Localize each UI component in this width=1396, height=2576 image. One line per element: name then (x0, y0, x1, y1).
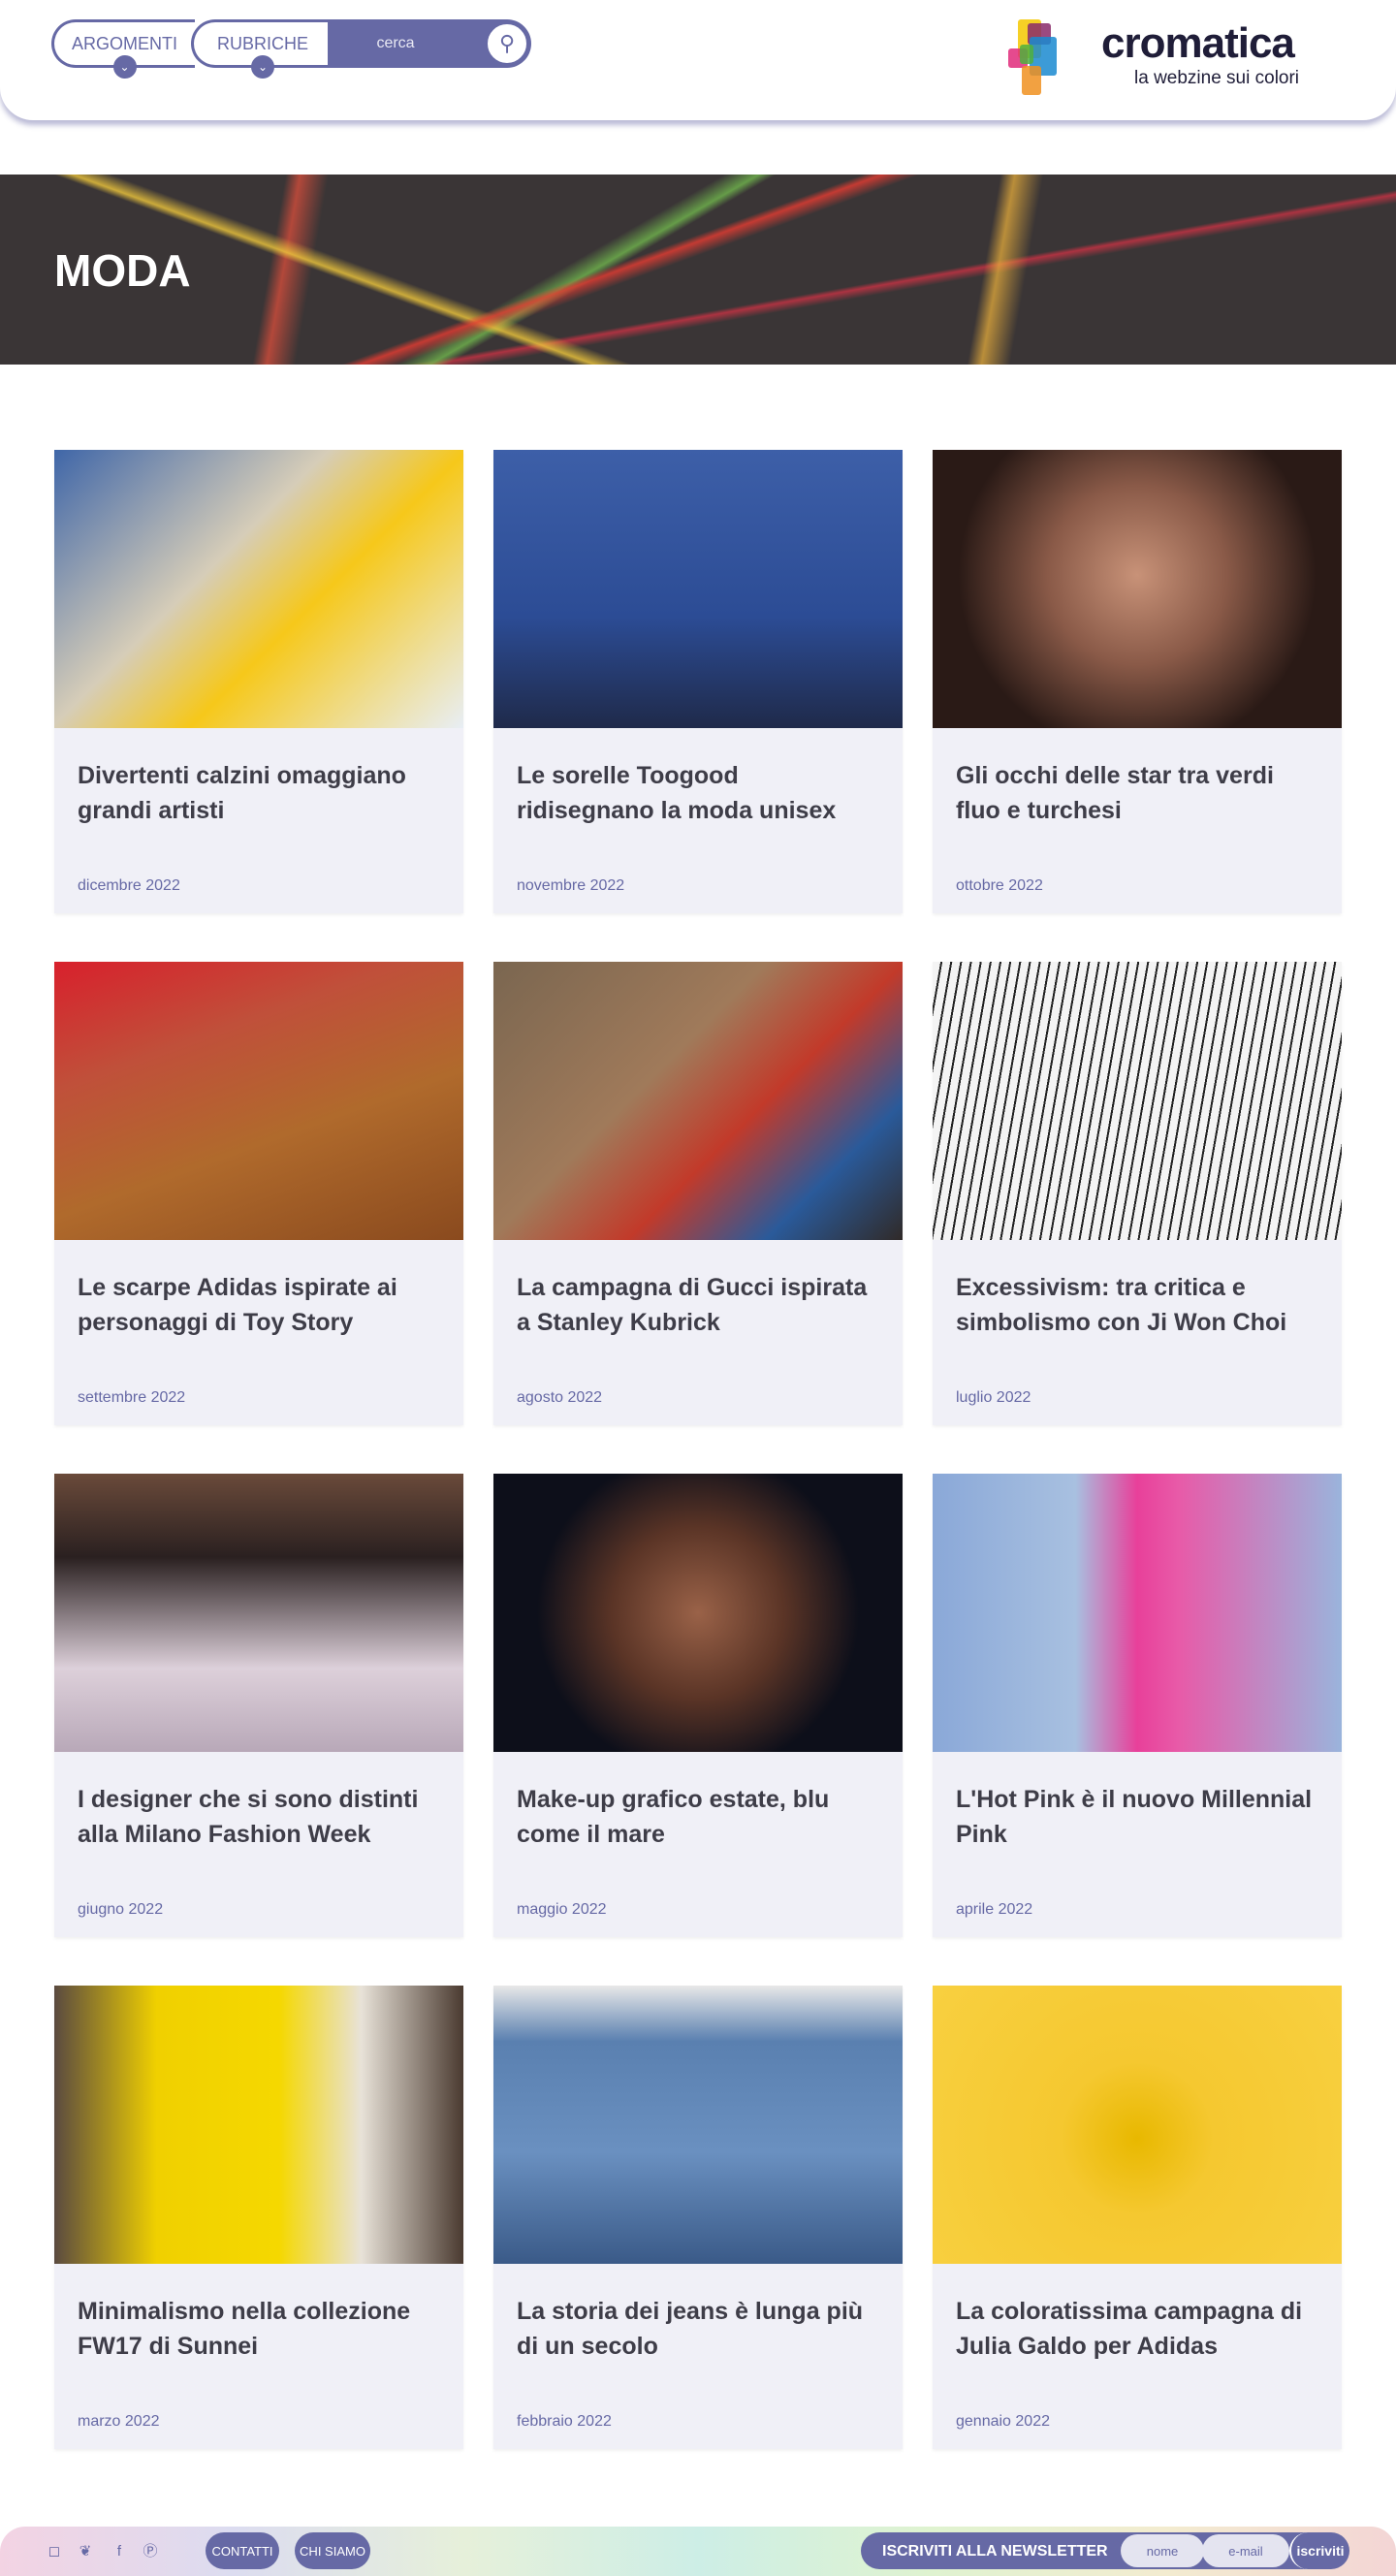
article-title[interactable]: Excessivism: tra critica e simbolismo co… (956, 1270, 1318, 1340)
article-title[interactable]: La storia dei jeans è lunga più di un se… (517, 2294, 879, 2364)
article-image[interactable] (933, 1986, 1342, 2264)
article-title[interactable]: La campagna di Gucci ispirata a Stanley … (517, 1270, 879, 1340)
article-title[interactable]: Gli occhi delle star tra verdi fluo e tu… (956, 758, 1318, 828)
newsletter-label: ISCRIVITI ALLA NEWSLETTER (882, 2543, 1108, 2560)
article-image[interactable] (933, 1474, 1342, 1752)
logo-name: cromatica (1101, 19, 1295, 67)
article-image[interactable] (54, 962, 463, 1240)
search-input[interactable] (328, 35, 463, 52)
article-card[interactable]: La campagna di Gucci ispirata a Stanley … (493, 962, 903, 1425)
article-title[interactable]: Le scarpe Adidas ispirate ai personaggi … (78, 1270, 440, 1340)
article-date: maggio 2022 (517, 1901, 607, 1918)
article-card[interactable]: La coloratissima campagna di Julia Galdo… (933, 1986, 1342, 2449)
newsletter-form: ISCRIVITI ALLA NEWSLETTER iscriviti (861, 2532, 1349, 2569)
site-header: ARGOMENTI⌄ RUBRICHE⌄ ⚲ cromatica la webz… (0, 0, 1396, 120)
article-card[interactable]: L'Hot Pink è il nuovo Millennial Pink ap… (933, 1474, 1342, 1937)
subscribe-button[interactable]: iscriviti (1289, 2532, 1349, 2569)
chevron-down-icon[interactable]: ⌄ (251, 55, 274, 79)
article-date: agosto 2022 (517, 1389, 603, 1406)
site-footer: ◻ ❦ f Ⓟ CONTATTI CHI SIAMO ISCRIVITI ALL… (0, 2527, 1396, 2576)
article-card[interactable]: Le scarpe Adidas ispirate ai personaggi … (54, 962, 463, 1425)
article-date: settembre 2022 (78, 1389, 186, 1406)
article-date: novembre 2022 (517, 877, 625, 894)
article-title[interactable]: Le sorelle Toogood ridisegnano la moda u… (517, 758, 879, 828)
email-field[interactable] (1202, 2534, 1289, 2567)
article-image[interactable] (933, 450, 1342, 728)
instagram-icon[interactable]: ◻ (46, 2543, 63, 2560)
facebook-icon[interactable]: f (111, 2543, 128, 2560)
article-title[interactable]: La coloratissima campagna di Julia Galdo… (956, 2294, 1318, 2364)
article-date: ottobre 2022 (956, 877, 1043, 894)
logo[interactable]: cromatica la webzine sui colori (1008, 17, 1328, 99)
article-date: aprile 2022 (956, 1901, 1033, 1918)
chi-siamo-button[interactable]: CHI SIAMO (295, 2532, 370, 2569)
nav-argomenti[interactable]: ARGOMENTI ⌄ (51, 19, 195, 79)
article-image[interactable] (54, 1986, 463, 2264)
article-card[interactable]: La storia dei jeans è lunga più di un se… (493, 1986, 903, 2449)
main-nav: ARGOMENTI⌄ RUBRICHE⌄ ⚲ (51, 19, 531, 79)
article-card[interactable]: Gli occhi delle star tra verdi fluo e tu… (933, 450, 1342, 913)
article-image[interactable] (493, 1986, 903, 2264)
article-date: gennaio 2022 (956, 2413, 1050, 2430)
article-image[interactable] (493, 1474, 903, 1752)
article-title[interactable]: Make-up grafico estate, blu come il mare (517, 1782, 879, 1852)
article-card[interactable]: Make-up grafico estate, blu come il mare… (493, 1474, 903, 1937)
article-title[interactable]: Minimalismo nella collezione FW17 di Sun… (78, 2294, 440, 2364)
name-field[interactable] (1121, 2534, 1204, 2567)
article-card[interactable]: I designer che si sono distinti alla Mil… (54, 1474, 463, 1937)
article-card[interactable]: Divertenti calzini omaggiano grandi arti… (54, 450, 463, 913)
search-icon[interactable]: ⚲ (485, 21, 529, 66)
logo-tagline: la webzine sui colori (1134, 68, 1300, 88)
article-date: marzo 2022 (78, 2413, 160, 2430)
twitter-icon[interactable]: ❦ (77, 2543, 94, 2560)
article-date: dicembre 2022 (78, 877, 180, 894)
article-image[interactable] (54, 1474, 463, 1752)
nav-rubriche[interactable]: RUBRICHE ⌄ (191, 19, 332, 79)
article-date: luglio 2022 (956, 1389, 1031, 1406)
article-image[interactable] (54, 450, 463, 728)
article-card[interactable]: Le sorelle Toogood ridisegnano la moda u… (493, 450, 903, 913)
article-date: giugno 2022 (78, 1901, 164, 1918)
chevron-down-icon[interactable]: ⌄ (112, 55, 137, 79)
article-image[interactable] (493, 962, 903, 1240)
nav-argomenti-label: ARGOMENTI (71, 33, 177, 53)
page-title: MODA (54, 245, 191, 296)
article-image[interactable] (493, 450, 903, 728)
contatti-button[interactable]: CONTATTI (206, 2532, 279, 2569)
article-title[interactable]: I designer che si sono distinti alla Mil… (78, 1782, 440, 1852)
nav-rubriche-label: RUBRICHE (216, 33, 308, 53)
article-date: febbraio 2022 (517, 2413, 612, 2430)
article-title[interactable]: L'Hot Pink è il nuovo Millennial Pink (956, 1782, 1318, 1852)
article-image[interactable] (933, 962, 1342, 1240)
search-box: ⚲ (328, 19, 531, 68)
article-grid: Divertenti calzini omaggiano grandi arti… (54, 450, 1342, 2449)
article-title[interactable]: Divertenti calzini omaggiano grandi arti… (78, 758, 440, 828)
article-card[interactable]: Excessivism: tra critica e simbolismo co… (933, 962, 1342, 1425)
category-banner: MODA (0, 175, 1396, 365)
article-card[interactable]: Minimalismo nella collezione FW17 di Sun… (54, 1986, 463, 2449)
pinterest-icon[interactable]: Ⓟ (142, 2543, 159, 2560)
